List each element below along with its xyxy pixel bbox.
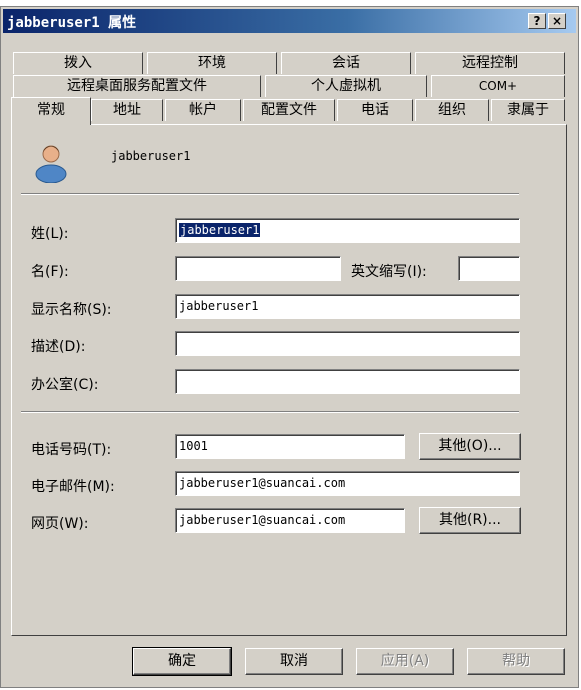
office-field[interactable] [175,369,520,394]
tab-dial-in[interactable]: 拨入 [13,52,143,74]
phone-field[interactable]: 1001 [175,434,405,459]
last-name-label: 姓(L): [31,226,69,242]
tab-telephones[interactable]: 电话 [337,99,413,121]
tab-remote-control[interactable]: 远程控制 [415,52,565,74]
tab-sessions[interactable]: 会话 [281,52,411,74]
webpage-other-button[interactable]: 其他(R)... [419,507,521,534]
tab-address[interactable]: 地址 [91,99,163,121]
phone-other-button[interactable]: 其他(O)... [419,433,521,460]
tab-personal-vm[interactable]: 个人虚拟机 [265,75,427,97]
email-field[interactable]: jabberuser1@suancai.com [175,471,520,496]
last-name-value: jabberuser1 [177,222,262,238]
apply-button[interactable]: 应用(A) [356,648,454,675]
description-label: 描述(D): [31,339,86,355]
window-title: jabberuser1 属性 [7,15,137,31]
separator-top [21,193,519,195]
description-field[interactable] [175,331,520,356]
initials-label: 英文缩写(I): [351,264,427,280]
tab-environment[interactable]: 环境 [147,52,277,74]
properties-dialog: jabberuser1 属性 ? × 拨入 环境 会话 远程控制 远程桌面服务配… [0,6,579,688]
display-name-field[interactable]: jabberuser1 [175,294,520,319]
user-display-name: jabberuser1 [111,149,191,163]
webpage-field[interactable]: jabberuser1@suancai.com [175,508,405,533]
tab-member-of[interactable]: 隶属于 [491,99,565,121]
last-name-field[interactable]: jabberuser1 [175,218,520,243]
help-button[interactable]: 帮助 [467,648,565,675]
user-icon [35,145,67,183]
display-name-label: 显示名称(S): [31,302,112,318]
tab-organization[interactable]: 组织 [415,99,489,121]
first-name-field[interactable] [175,256,341,281]
tab-account[interactable]: 帐户 [165,99,241,121]
tab-general[interactable]: 常规 [11,97,91,125]
ok-button[interactable]: 确定 [132,647,232,676]
office-label: 办公室(C): [31,377,99,393]
title-bar[interactable]: jabberuser1 属性 ? × [3,9,576,33]
separator-middle [21,411,519,413]
phone-label: 电话号码(T): [31,442,112,458]
tab-profile[interactable]: 配置文件 [243,99,335,121]
tab-rds-profile[interactable]: 远程桌面服务配置文件 [13,75,261,97]
email-label: 电子邮件(M): [31,479,115,495]
webpage-label: 网页(W): [31,516,89,532]
help-icon[interactable]: ? [528,13,546,29]
first-name-label: 名(F): [31,264,69,280]
tab-com-plus[interactable]: COM+ [431,75,565,97]
cancel-button[interactable]: 取消 [245,648,343,675]
initials-field[interactable] [458,256,520,281]
close-icon[interactable]: × [548,13,566,29]
